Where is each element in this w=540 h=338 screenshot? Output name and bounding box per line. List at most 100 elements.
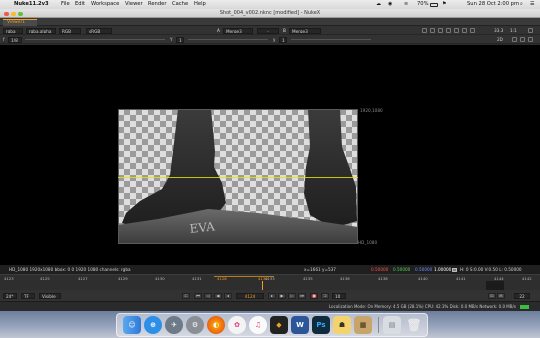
battery-percent[interactable]: 70% [417, 0, 429, 9]
red-value: 0.50000 [371, 267, 389, 272]
gamma-slider[interactable] [291, 39, 371, 40]
menu-viewer[interactable]: Viewer [125, 0, 143, 9]
cursor-coords: x=1661 y=537 [304, 267, 336, 272]
word-icon[interactable]: W [291, 316, 309, 334]
mask-icon[interactable] [446, 28, 451, 33]
next-keyframe-button[interactable]: ▷ [288, 293, 296, 299]
zoom-window-icon[interactable] [18, 11, 23, 16]
previous-keyframe-button[interactable]: ◁ [204, 293, 212, 299]
minimize-window-icon[interactable] [11, 11, 16, 16]
green-value: 0.50000 [393, 267, 411, 272]
flag-icon[interactable]: ⚑ [442, 0, 446, 9]
input-a-dropdown[interactable]: Merge3 [223, 27, 253, 34]
increment-field[interactable]: 10 [332, 293, 346, 299]
nuke-icon[interactable]: ◆ [270, 316, 288, 334]
gain-slider[interactable] [25, 39, 165, 40]
proxy-mode[interactable]: 2D [497, 35, 503, 44]
clip-warning-icon[interactable] [438, 28, 443, 33]
cloud-icon[interactable]: ☁ [376, 0, 381, 9]
in-point-button[interactable]: ⊏ [182, 293, 190, 299]
search-icon[interactable]: ⌕ [520, 0, 523, 9]
status-icon[interactable]: ◉ [388, 0, 392, 9]
input-b-dropdown[interactable]: Merge3 [289, 27, 321, 34]
fstop-field[interactable]: 1/8 [8, 36, 22, 43]
menu-list-icon[interactable]: ☰ [530, 0, 534, 9]
roi-icon[interactable] [422, 28, 427, 33]
blue-value: 0.50000 [415, 267, 433, 272]
color-swatch [452, 267, 457, 272]
photos-icon[interactable]: ✿ [228, 316, 246, 334]
wifi-icon[interactable]: ≋ [404, 0, 408, 9]
window-title: Shot_004_v002.nknc [modified] - NukeX [219, 10, 321, 16]
firefox-icon[interactable]: ◐ [207, 316, 225, 334]
refresh-icon[interactable] [520, 37, 525, 42]
lut-dropdown[interactable]: sRGB [86, 27, 112, 34]
pause-icon[interactable] [528, 37, 533, 42]
guides-icon[interactable] [454, 28, 459, 33]
menu-edit[interactable]: Edit [75, 0, 85, 9]
y-slider[interactable] [188, 39, 268, 40]
frame-icon[interactable] [470, 28, 475, 33]
menu-cache[interactable]: Cache [172, 0, 188, 9]
lock-range-button[interactable]: ⊟ [497, 293, 505, 299]
photoshop-icon[interactable]: Ps [312, 316, 330, 334]
menu-app-name[interactable]: Nuke11.2v3 [14, 0, 49, 9]
skip-to-end-button[interactable]: ⏭ [298, 293, 306, 299]
play-forward-button[interactable]: ▶ [278, 293, 286, 299]
fps-field[interactable]: 24* [3, 293, 17, 299]
battery-icon[interactable] [430, 2, 438, 7]
menu-help[interactable]: Help [194, 0, 206, 9]
macos-dock: ☺ ⊕ ✈ ⚙ ◐ ✿ ♫ ◆ W Ps ☗ ▦ ▤ 🗑 [116, 313, 428, 337]
overlay-icon[interactable] [430, 28, 435, 33]
itunes-icon[interactable]: ♫ [249, 316, 267, 334]
trash-icon[interactable]: 🗑 [405, 316, 423, 334]
menu-icon[interactable] [528, 28, 533, 33]
viewer-toolbar-top: rgba rgba.alpha RGB sRGB A Merge3 - B Me… [0, 26, 540, 35]
format-corner-label-bottom: HD_1080 [358, 240, 378, 245]
zoom-value[interactable]: 33.3 [494, 26, 503, 35]
menu-file[interactable]: File [61, 0, 70, 9]
timeline-bar[interactable]: 4123 4125 4127 4129 4130 4131 4133 4135 … [0, 274, 540, 290]
channels-dropdown[interactable]: rgba [3, 27, 23, 34]
timeline-label: 4138 [378, 276, 388, 281]
downloads-icon[interactable]: ▤ [383, 316, 401, 334]
step-forward-button[interactable]: ▸ [268, 293, 276, 299]
wipe-dropdown[interactable]: - [257, 27, 279, 34]
play-backward-button[interactable]: ◀ [214, 293, 222, 299]
layer-dropdown[interactable]: rgba.alpha [26, 27, 56, 34]
menu-workspace[interactable]: Workspace [91, 0, 119, 9]
close-window-icon[interactable] [4, 11, 9, 16]
out-point-block[interactable] [486, 281, 504, 290]
format-info: HD_1080 1920x1080 bbox: 0 0 1920 1080 ch… [9, 267, 131, 272]
tab-viewer1[interactable]: Viewer1 [3, 19, 37, 26]
safari-icon[interactable]: ⊕ [144, 316, 162, 334]
in-point-marker[interactable]: 4128 [217, 276, 227, 281]
out-point-button[interactable]: ⊐ [321, 293, 329, 299]
gamma-field[interactable]: 1 [279, 36, 287, 43]
lock-icon[interactable] [462, 28, 467, 33]
frame-field[interactable]: 4124 [236, 293, 264, 299]
y-field[interactable]: 1 [176, 36, 184, 43]
playhead[interactable] [262, 281, 263, 290]
skip-to-start-button[interactable]: ⏮ [194, 293, 202, 299]
colorspace-dropdown[interactable]: RGB [59, 27, 81, 34]
timeline-label: 4129 [118, 276, 128, 281]
down-arrow-icon[interactable] [512, 37, 517, 42]
finder-icon[interactable]: ☺ [123, 316, 141, 334]
step-back-button[interactable]: ◂ [224, 293, 232, 299]
hsv-readout: H: 0 S:0.00 V:0.50 L: 0.50000 [460, 267, 522, 272]
tf-dropdown[interactable]: TF [21, 293, 35, 299]
timeline-label: 4142 [522, 276, 532, 281]
end-field[interactable]: 22 [514, 293, 530, 299]
system-prefs-icon[interactable]: ⚙ [186, 316, 204, 334]
ratio-value[interactable]: 1:1 [510, 26, 517, 35]
app-icon[interactable]: ▦ [354, 316, 372, 334]
menu-render[interactable]: Render [148, 0, 166, 9]
visibility-dropdown[interactable]: Visible [39, 293, 61, 299]
alpha-value: 1.00000 [434, 267, 452, 272]
menubar-datetime[interactable]: Sun 28 Oct 2:00 pm [467, 0, 519, 9]
launchpad-icon[interactable]: ✈ [165, 316, 183, 334]
migration-icon[interactable]: ☗ [333, 316, 351, 334]
cache-button[interactable]: ⊡ [488, 293, 496, 299]
stop-button[interactable]: ■ [310, 293, 318, 299]
